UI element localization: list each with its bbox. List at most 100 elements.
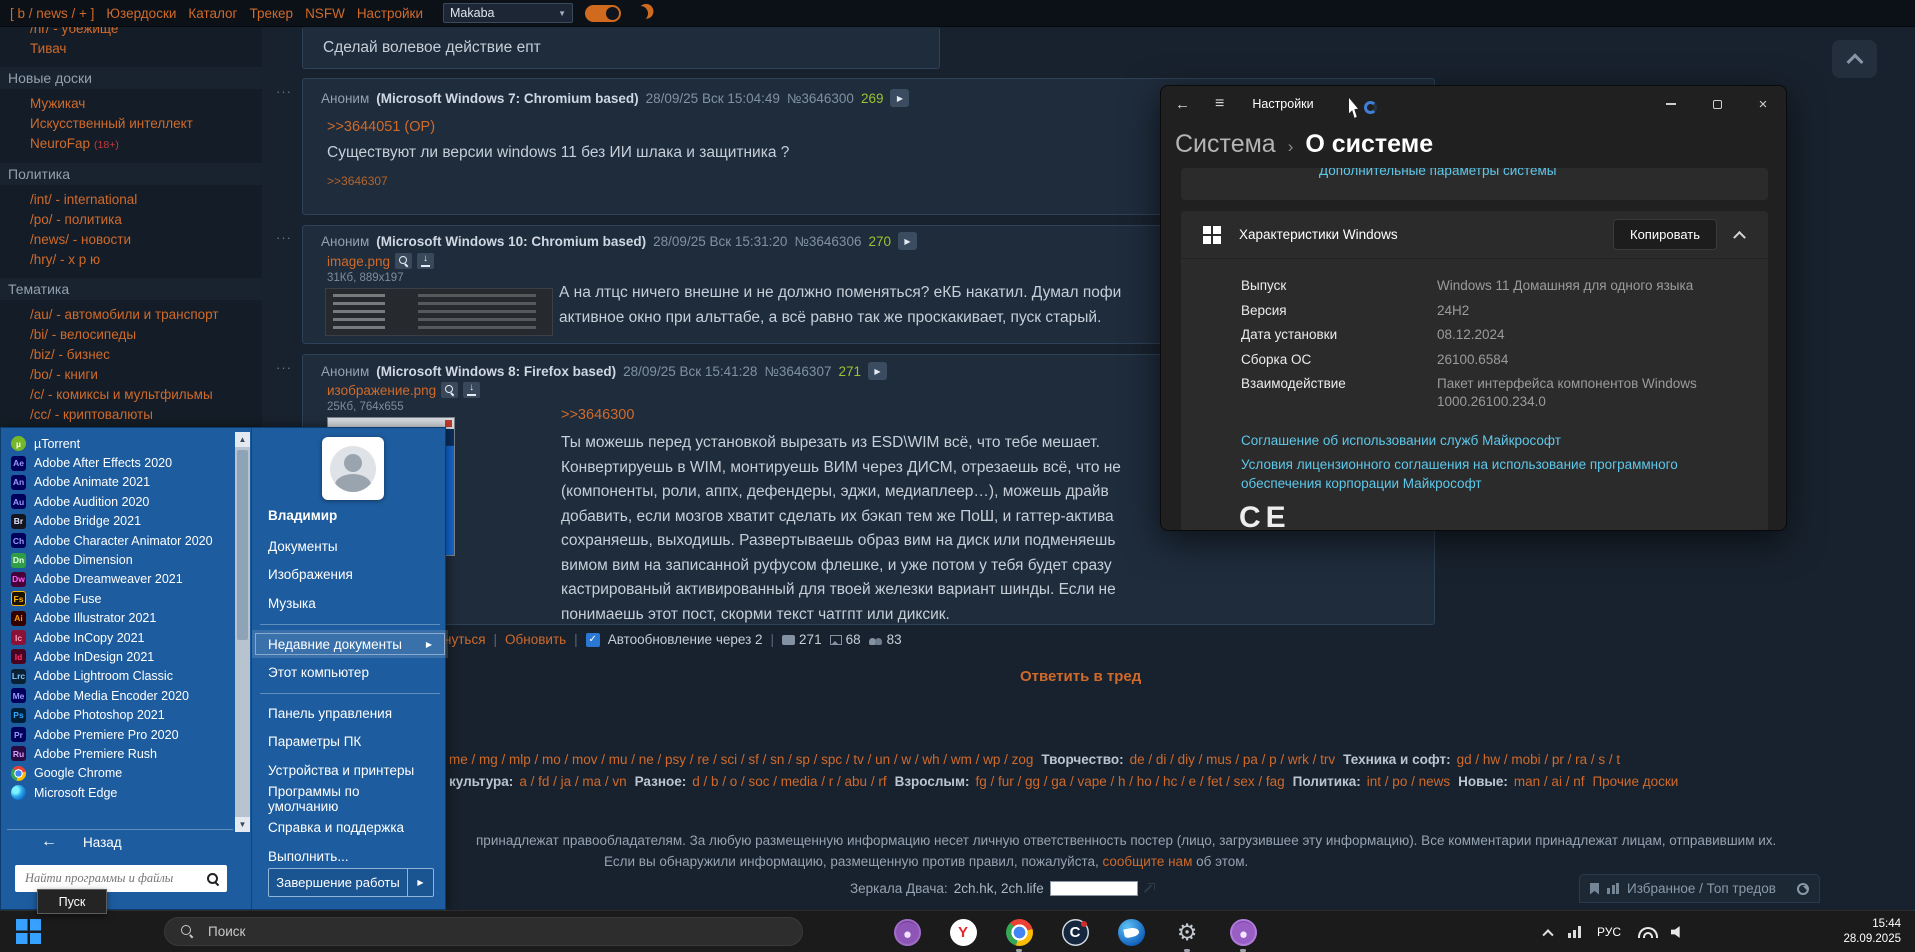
startmenu-back-button[interactable]: ← Назад: [41, 833, 122, 851]
startmenu-user-name[interactable]: Владимир: [268, 508, 337, 523]
breadcrumb-system[interactable]: Система: [1175, 130, 1276, 159]
post-number[interactable]: №3646300: [787, 91, 854, 106]
sidebar-item[interactable]: /bi/ - велосипеды: [0, 325, 262, 345]
sidebar-item[interactable]: /biz/ - бизнес: [0, 345, 262, 365]
favorites-bar[interactable]: Избранное / Топ тредов: [1579, 874, 1820, 903]
startmenu-place-item[interactable]: Устройства и принтеры: [252, 756, 448, 785]
reply-link[interactable]: >>3646300: [561, 407, 634, 423]
startmenu-scrollbar[interactable]: ▲ ▼: [235, 432, 250, 832]
startmenu-program[interactable]: Ae Adobe After Effects 2020: [7, 453, 231, 472]
boards-nav-segment[interactable]: Творчество: de / di / diy / mus / pa / p …: [1041, 752, 1335, 767]
startmenu-program[interactable]: Ic Adobe InCopy 2021: [7, 628, 231, 647]
startmenu-program[interactable]: Google Chrome: [7, 764, 231, 783]
sidebar-item[interactable]: NeuroFap (18+): [0, 134, 262, 155]
advanced-system-settings-link[interactable]: Дополнительные параметры системы: [1319, 168, 1557, 178]
services-agreement-link[interactable]: Соглашение об использовании служб Майкро…: [1241, 433, 1561, 448]
hamburger-menu-icon[interactable]: ≡: [1215, 95, 1224, 113]
startmenu-place-item[interactable]: Справка и поддержка: [252, 813, 448, 842]
startmenu-program[interactable]: Ai Adobe Illustrator 2021: [7, 609, 231, 628]
refresh-icon[interactable]: [1797, 882, 1809, 895]
topbar-link-tracker[interactable]: Трекер: [249, 6, 293, 21]
tor-browser-icon-2[interactable]: [1228, 917, 1258, 952]
sidebar-item[interactable]: Тематика: [0, 278, 262, 300]
report-link[interactable]: сообщите нам: [1103, 854, 1193, 869]
settings-gear-icon[interactable]: ⚙: [1172, 917, 1202, 952]
autoupdate-checkbox[interactable]: [585, 632, 600, 647]
yandex-browser-icon[interactable]: Y: [948, 917, 978, 947]
scrollbar-thumb[interactable]: [237, 450, 248, 640]
sidebar-item[interactable]: Искусственный интеллект: [0, 114, 262, 134]
topbar-link-nsfw[interactable]: NSFW: [305, 6, 345, 21]
startmenu-place-item[interactable]: Этот компьютер: [252, 658, 448, 687]
file-download-icon[interactable]: [463, 382, 481, 398]
post-expand-button[interactable]: [898, 232, 917, 250]
startmenu-recent-documents[interactable]: Недавние документы ▶: [252, 629, 448, 659]
sidebar-item[interactable]: /bo/ - книги: [0, 365, 262, 385]
license-terms-link[interactable]: Условия лицензионного соглашения на испо…: [1241, 455, 1741, 493]
boards-nav-segment[interactable]: Новые: man / ai / nf: [1458, 774, 1584, 789]
shutdown-button[interactable]: Завершение работы ▶: [268, 868, 434, 897]
startmenu-program[interactable]: Ps Adobe Photoshop 2021: [7, 705, 231, 724]
topbar-link-catalog[interactable]: Каталог: [188, 6, 237, 21]
reply-to-thread-button[interactable]: Ответить в тред: [1020, 668, 1141, 685]
boards-nav-segment[interactable]: Политика: int / po / news: [1293, 774, 1450, 789]
external-arrow-icon[interactable]: [1144, 882, 1155, 894]
startmenu-program[interactable]: Dn Adobe Dimension: [7, 550, 231, 569]
scroll-down-arrow-icon[interactable]: ▼: [235, 817, 250, 832]
topbar-link-userboards[interactable]: Юзердоски: [106, 6, 176, 21]
startmenu-program[interactable]: Au Adobe Audition 2020: [7, 492, 231, 511]
sidebar-item[interactable]: /cc/ - криптовалюты: [0, 405, 262, 425]
sidebar-item[interactable]: /int/ - international: [0, 190, 262, 210]
sidebar-item[interactable]: Мужикач: [0, 94, 262, 114]
boards-nav-segment[interactable]: Техника и софт: gd / hw / mobi / pr / ra …: [1343, 752, 1620, 767]
startmenu-program[interactable]: Ru Adobe Premiere Rush: [7, 744, 231, 763]
taskbar-clock[interactable]: 15:44 28.09.2025: [1843, 917, 1901, 947]
thunderbird-icon[interactable]: [1116, 917, 1146, 947]
search-input[interactable]: [23, 870, 207, 887]
tray-overflow-chevron-icon[interactable]: [1542, 929, 1554, 941]
sidebar-item[interactable]: /hry/ - х р ю: [0, 250, 262, 270]
post-menu-dots[interactable]: [276, 360, 292, 375]
startmenu-program[interactable]: Microsoft Edge: [7, 783, 231, 802]
boards-nav-segment[interactable]: Разное: d / b / o / soc / media / r / abu…: [635, 774, 887, 789]
file-download-icon[interactable]: [417, 253, 435, 269]
chrome-icon[interactable]: [1004, 917, 1034, 952]
sidebar-item[interactable]: /news/ - новости: [0, 230, 262, 250]
startmenu-program[interactable]: Id Adobe InDesign 2021: [7, 647, 231, 666]
sidebar-item[interactable]: /c/ - комиксы и мультфильмы: [0, 385, 262, 405]
theme-toggle[interactable]: [585, 4, 622, 22]
topbar-link-settings[interactable]: Настройки: [357, 6, 423, 21]
boards-nav-segment[interactable]: me / mg / mlp / mo / mov / mu / ne / psy…: [449, 752, 1033, 767]
post-number[interactable]: №3646307: [764, 364, 831, 379]
sidebar-item[interactable]: /po/ - политика: [0, 210, 262, 230]
startmenu-program[interactable]: An Adobe Animate 2021: [7, 473, 231, 492]
post-image-thumbnail[interactable]: [325, 288, 553, 336]
wifi-icon[interactable]: [1637, 926, 1658, 939]
startmenu-program[interactable]: µ µTorrent: [7, 434, 231, 453]
refresh-thread-link[interactable]: Обновить: [505, 632, 566, 647]
startmenu-program[interactable]: Pr Adobe Premiere Pro 2020: [7, 725, 231, 744]
c-browser-icon[interactable]: C: [1060, 917, 1090, 947]
startmenu-place-item[interactable]: Программы по умолчанию: [252, 784, 448, 814]
startmenu-program[interactable]: Dw Adobe Dreamweaver 2021: [7, 570, 231, 589]
language-indicator[interactable]: РУС: [1597, 925, 1621, 939]
file-link[interactable]: image.png: [327, 254, 390, 269]
close-button[interactable]: ×: [1740, 86, 1786, 122]
activity-chart-icon[interactable]: [1567, 926, 1581, 938]
startmenu-program[interactable]: Br Adobe Bridge 2021: [7, 512, 231, 531]
post-expand-button[interactable]: [890, 89, 910, 107]
scroll-to-top-button[interactable]: [1832, 40, 1877, 78]
reply-link[interactable]: >>3644051 (OP): [327, 119, 435, 135]
startmenu-program[interactable]: Lrc Adobe Lightroom Classic: [7, 667, 231, 686]
minimize-button[interactable]: [1648, 86, 1694, 122]
boards-shortlist[interactable]: [ b / news / + ]: [10, 6, 94, 21]
style-select[interactable]: Makaba ▼: [443, 3, 574, 23]
boards-nav-segment[interactable]: Прочие доски: [1592, 774, 1678, 789]
mirror-input[interactable]: [1049, 881, 1138, 896]
file-search-icon[interactable]: [395, 253, 413, 269]
tor-browser-icon[interactable]: [892, 917, 922, 947]
taskbar-search[interactable]: Поиск: [164, 917, 803, 946]
startmenu-program[interactable]: Me Adobe Media Encoder 2020: [7, 686, 231, 705]
startmenu-place-item[interactable]: Изображения: [252, 561, 448, 590]
startmenu-place-item[interactable]: Панель управления: [252, 699, 448, 728]
